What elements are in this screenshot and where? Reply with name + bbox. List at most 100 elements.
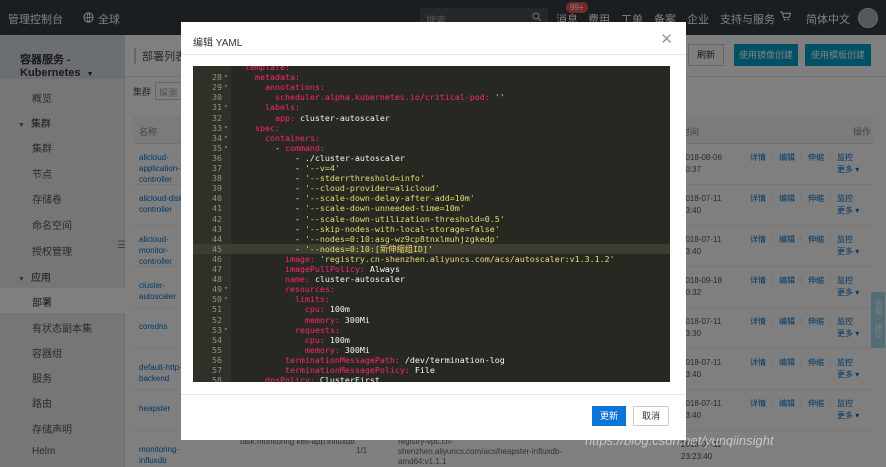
yaml-string: 'registry.cn-shenzhen.aliyuncs.com/acs/a… [319,253,615,264]
cancel-button[interactable]: 取消 [633,406,669,426]
code-line: 34 ▾ containers: [193,133,670,143]
code-text: memory: 300Mi [235,315,370,325]
yaml-value: 100m [329,334,350,345]
yaml-key: name: [235,274,315,285]
fold-toggle-icon[interactable]: ▾ [224,284,228,294]
line-number: 53 [212,324,222,335]
update-button[interactable]: 更新 [592,406,626,426]
yaml-value: - [235,203,305,214]
line-number: 32 [212,112,222,123]
code-text: - '--cloud-provider=alicloud' [235,183,440,193]
code-line: 37 - '--v=4' [193,163,670,173]
fold-toggle-icon[interactable]: ▾ [224,294,228,304]
yaml-value: cluster-autoscaler [314,274,405,285]
yaml-string: '--nodes=0:10:asg-wz9cp8tnxlmuhjzgkedp' [304,233,500,244]
code-line: 38 - '--stderrthreshold=info' [193,173,670,183]
line-number: 45 [212,243,222,254]
yaml-value: - [235,163,305,173]
code-line: 30 scheduler.alpha.kubernetes.io/critica… [193,92,670,102]
line-number: 40 [212,193,222,204]
yaml-key: resources: [235,284,335,295]
yaml-key: terminationMessagePath: [235,354,405,365]
line-number: 42 [212,213,222,224]
line-number: 43 [212,223,222,234]
fold-toggle-icon[interactable]: ▾ [224,143,228,153]
code-text: requests: [235,325,340,335]
line-number: 44 [212,233,222,244]
line-number: 28 [212,72,222,83]
yaml-string: '--scale-down-utilization-threshold=0.5' [304,213,505,224]
code-text: labels: [235,102,300,112]
yaml-key: imagePullPolicy: [235,264,370,274]
line-number: 35 [212,142,222,153]
fold-toggle-icon[interactable]: ▾ [224,133,228,143]
code-line: 45 - '--nodes=0:10:[新伸缩组ID]' [193,243,670,254]
code-line: 36 - ./cluster-autoscaler [193,153,670,163]
yaml-string: '--scale-down-delay-after-add=10m' [304,193,475,204]
line-number: 58 [212,375,222,382]
code-text: app: cluster-autoscaler [235,113,390,123]
yaml-value: - [235,183,305,194]
divider [181,54,686,55]
yaml-string: '--v=4' [304,163,340,173]
code-text: scheduler.alpha.kubernetes.io/critical-p… [235,92,505,102]
code-text: memory: 300Mi [235,345,370,355]
code-line: 53 ▾ requests: [193,325,670,335]
yaml-value: - [235,233,305,244]
yaml-value: cluster-autoscaler [299,112,390,123]
yaml-key: annotations: [235,82,325,93]
code-line: 43 - '--skip-nodes-with-local-storage=fa… [193,224,670,234]
line-number: 50 [212,294,222,305]
dialog-title: 编辑 YAML [193,38,243,49]
code-text: - '--scale-down-delay-after-add=10m' [235,193,475,203]
code-line: 55 memory: 300Mi [193,345,670,355]
code-text: - '--stderrthreshold=info' [235,173,425,183]
close-icon[interactable]: ✕ [660,30,673,48]
code-text: terminationMessagePolicy: File [235,365,435,375]
code-text: - '--v=4' [235,163,340,173]
line-number: 33 [212,122,222,133]
code-text: - command: [235,143,325,153]
yaml-value: - [235,142,285,153]
line-number: 41 [212,203,222,214]
yaml-value: /dev/termination-log [404,354,505,365]
code-line: 39 - '--cloud-provider=alicloud' [193,183,670,193]
yaml-string: '--skip-nodes-with-local-storage=false' [304,223,500,234]
line-number: 48 [212,274,222,285]
yaml-key: spec: [235,122,280,133]
yaml-key: memory: [235,344,345,355]
line-number: 34 [212,132,222,143]
code-line: 42 - '--scale-down-utilization-threshold… [193,214,670,224]
code-text: - '--scale-down-unneeded-time=10m' [235,203,465,213]
line-number: 55 [212,344,222,355]
yaml-string: '--scale-down-unneeded-time=10m' [304,203,465,214]
yaml-key: labels: [235,102,300,113]
code-text: containers: [235,133,320,143]
yaml-value: Always [369,264,400,274]
yaml-key: limits: [235,294,330,305]
yaml-key: image: [235,253,320,264]
code-text: name: cluster-autoscaler [235,274,405,284]
yaml-key: command: [284,142,325,153]
code-line: 32 app: cluster-autoscaler [193,113,670,123]
code-line: 29 ▾ annotations: [193,82,670,92]
code-line: 56 terminationMessagePath: /dev/terminat… [193,355,670,365]
yaml-key: cpu: [235,304,330,315]
yaml-key: scheduler.alpha.kubernetes.io/critical-p… [235,92,495,103]
line-number: 54 [212,334,222,345]
yaml-key: requests: [235,324,340,335]
line-number: 52 [212,314,222,325]
code-text: image: 'registry.cn-shenzhen.aliyuncs.co… [235,254,615,264]
yaml-editor[interactable]: template: 28 ▾ metadata: 29 ▾ annotations: 30… [193,66,670,382]
page: 管理控制台 全球 搜索 消息 99+ 费用 工单 备案 企业 支持与服务 简体中… [0,0,886,467]
code-line: 50 ▾ limits: [193,294,670,304]
code-text: imagePullPolicy: Always [235,264,400,274]
yaml-value: ClusterFirst [319,375,380,382]
fold-toggle-icon[interactable]: ▾ [224,325,228,335]
fold-toggle-icon[interactable]: ▾ [224,123,228,133]
yaml-value: - ./cluster-autoscaler [235,152,405,163]
fold-toggle-icon[interactable]: ▾ [224,72,228,82]
fold-toggle-icon[interactable]: ▾ [224,82,228,92]
fold-toggle-icon[interactable]: ▾ [224,102,228,112]
code-text: - '--nodes=0:10:[新伸缩组ID]' [235,244,433,254]
